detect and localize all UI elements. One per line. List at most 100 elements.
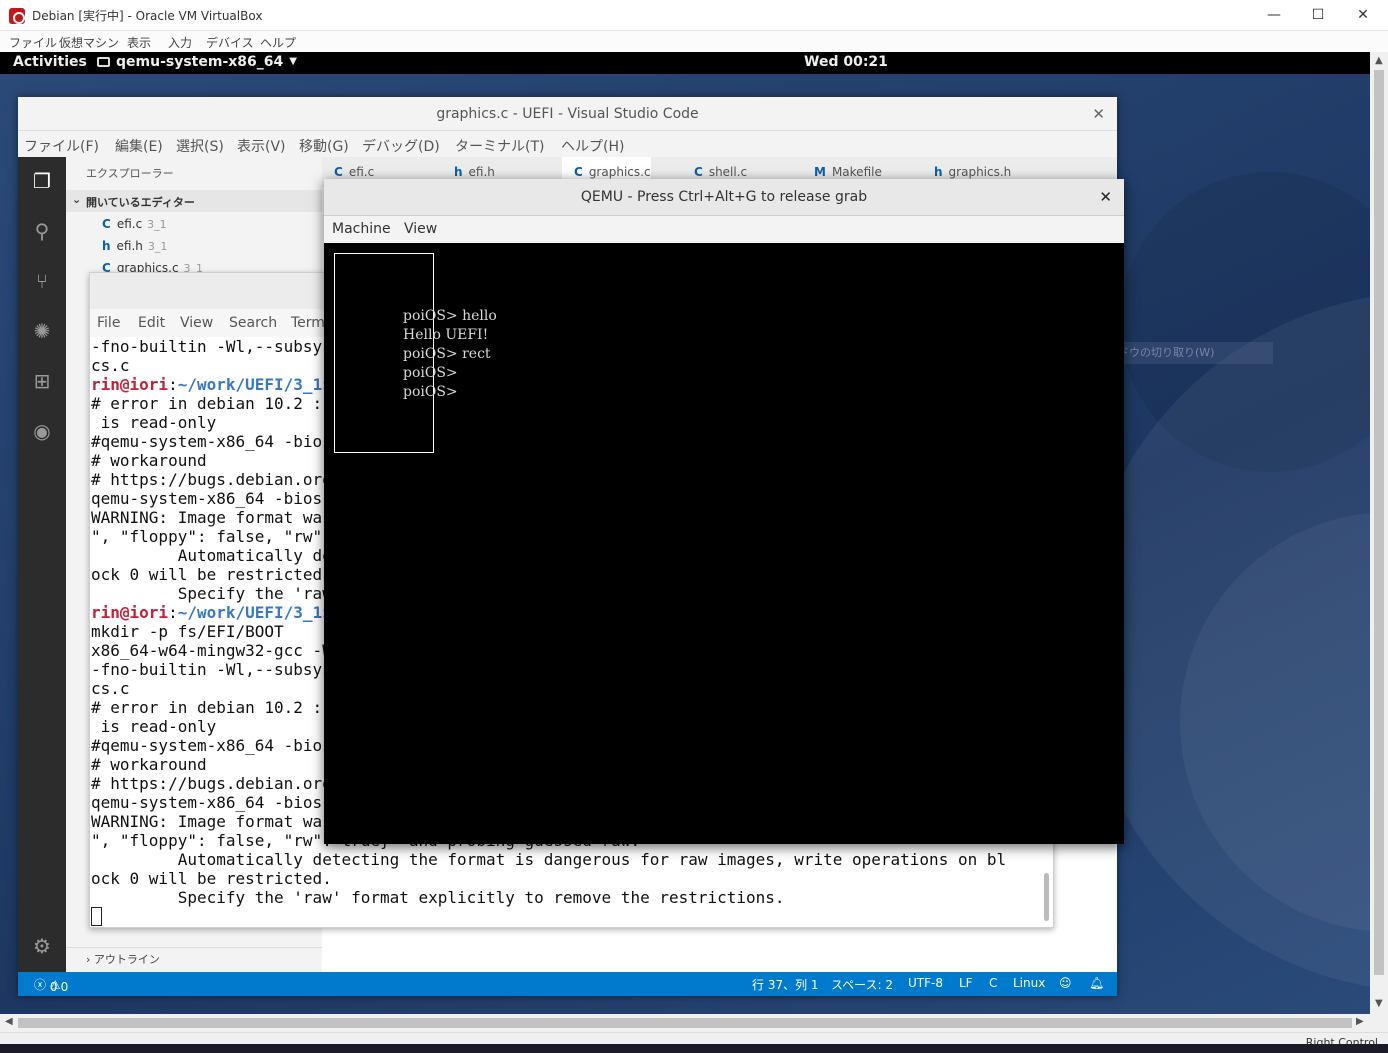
terminal-menu-view[interactable]: View <box>180 315 213 331</box>
explorer-icon[interactable]: ❐ <box>28 167 56 195</box>
prompt-separator: : <box>168 603 178 622</box>
outline-section[interactable]: › アウトライン <box>66 947 322 972</box>
vscode-menu-edit[interactable]: 編集(E) <box>115 136 163 156</box>
vertical-scroll-thumb[interactable] <box>1374 70 1384 975</box>
qemu-menu-view[interactable]: View <box>404 221 437 237</box>
virtualbox-logo-icon <box>9 8 25 24</box>
terminal-line-text: is read-only <box>91 717 217 736</box>
feedback-smiley-icon[interactable]: ☺ <box>1059 976 1072 990</box>
cursor-position[interactable]: 行 37、列 1 <box>752 976 819 993</box>
vscode-menu-view[interactable]: 表示(V) <box>237 136 286 156</box>
qemu-console-line: poiOS> rect <box>403 346 491 362</box>
open-editor-item[interactable]: Cefi.c 3_1 <box>102 217 167 231</box>
vbox-vertical-scrollbar[interactable]: ▲ ▼ <box>1370 52 1388 1014</box>
vscode-menu-file[interactable]: ファイル(F) <box>24 136 99 156</box>
vscode-menu-selection[interactable]: 選択(S) <box>176 136 224 156</box>
activities-button[interactable]: Activities <box>13 54 87 70</box>
open-editor-name: efi.c <box>116 217 143 231</box>
tab-label: efi.h <box>468 165 495 179</box>
language-mode[interactable]: C <box>989 976 997 990</box>
problems-indicator[interactable]: ⓧ 0 ⚠ 0 <box>34 976 68 994</box>
indentation[interactable]: スペース: 2 <box>831 976 893 993</box>
terminal-line-text: Automatically detecting the format is da… <box>91 850 1007 869</box>
terminal-cursor <box>91 907 102 926</box>
close-button[interactable]: ✕ <box>1348 4 1378 28</box>
source-control-icon[interactable]: ⑂ <box>28 267 56 295</box>
open-editor-name: efi.h <box>116 239 143 253</box>
terminal-cursor-line <box>91 907 1053 926</box>
terminal-line-text: # workaround <box>91 451 207 470</box>
qemu-titlebar: QEMU - Press Ctrl+Alt+G to release grab … <box>324 179 1124 216</box>
minimize-button[interactable]: — <box>1259 4 1289 28</box>
clock[interactable]: Wed 00:21 <box>804 54 888 70</box>
vscode-menu-debug[interactable]: デバッグ(D) <box>362 136 440 156</box>
qemu-console-text: poiOS> hello Hello UEFI! poiOS> rect poiOS>… <box>403 307 497 402</box>
scroll-up-icon[interactable]: ▲ <box>1375 55 1383 66</box>
terminal-menu-file[interactable]: File <box>97 315 120 331</box>
debug-icon[interactable]: ✺ <box>28 317 56 345</box>
scroll-left-icon[interactable]: ◀ <box>5 1016 13 1027</box>
windows-taskbar <box>0 1044 1388 1053</box>
vscode-close-button[interactable]: ✕ <box>1092 97 1105 131</box>
qemu-window: QEMU - Press Ctrl+Alt+G to release grab … <box>324 179 1124 844</box>
vbox-menu-devices[interactable]: デバイス <box>206 34 254 51</box>
terminal-line-text: ock 0 will be restricted. <box>91 869 332 888</box>
terminal-line-text: is read-only <box>91 413 217 432</box>
vbox-menu-file[interactable]: ファイル <box>9 34 57 51</box>
open-editors-header[interactable]: ⌄ 開いているエディター <box>66 190 322 212</box>
tab-label: shell.c <box>708 165 748 179</box>
bell-icon[interactable]: 🔔︎ <box>1089 976 1104 990</box>
terminal-line: Specify the 'raw' format explicitly to r… <box>91 888 1053 907</box>
vbox-menu-view[interactable]: 表示 <box>127 34 151 51</box>
qemu-console-line: Hello UEFI! <box>403 327 489 343</box>
qemu-display[interactable]: poiOS> hello Hello UEFI! poiOS> rect poiOS>… <box>324 243 1124 844</box>
vbox-menubar: ファイル 仮想マシン 表示 入力 デバイス ヘルプ <box>0 31 1388 52</box>
vscode-menu-go[interactable]: 移動(G) <box>299 136 349 156</box>
qemu-menu-machine[interactable]: Machine <box>332 221 391 237</box>
app-menu-label: qemu-system-x86_64 <box>116 54 284 70</box>
gear-icon[interactable]: ⚙ <box>28 932 56 960</box>
c-file-icon: C <box>574 165 583 179</box>
git-history-icon[interactable]: ◉ <box>28 417 56 445</box>
open-editor-item[interactable]: h efi.h 3_1 <box>102 239 167 253</box>
vscode-menu-help[interactable]: ヘルプ(H) <box>561 136 624 156</box>
vbox-menu-help[interactable]: ヘルプ <box>260 34 296 51</box>
scroll-right-icon[interactable]: ▶ <box>1356 1016 1364 1027</box>
prompt-user: rin@iori <box>91 603 169 622</box>
scroll-down-icon[interactable]: ▼ <box>1375 998 1383 1009</box>
open-editors-title: 開いているエディター <box>86 196 195 209</box>
terminal-line-text: cs.c <box>91 679 130 698</box>
vbox-menu-input[interactable]: 入力 <box>168 34 192 51</box>
c-file-icon: C <box>102 217 111 231</box>
chevron-right-icon: › <box>86 953 94 966</box>
vbox-window-title: Debian [実行中] - Oracle VM VirtualBox <box>32 9 263 23</box>
caret-down-icon: ▼ <box>289 56 297 67</box>
prompt-path: ~/work/UEFI/3_1 <box>177 603 323 622</box>
vm-desktop: Activities qemu-system-x86_64 ▼ Wed 00:21… <box>0 52 1370 1014</box>
c-file-icon: C <box>694 165 703 179</box>
maximize-button[interactable]: ☐ <box>1303 4 1333 28</box>
status-bar: ⓧ 0 ⚠ 0 行 37、列 1 スペース: 2 UTF-8 LF C Linu… <box>18 972 1117 996</box>
vbox-horizontal-scrollbar[interactable]: ◀ ▶ <box>0 1014 1370 1032</box>
explorer-title: エクスプローラー <box>86 167 174 180</box>
gnome-top-bar: Activities qemu-system-x86_64 ▼ Wed 00:21 <box>0 52 1370 74</box>
horizontal-scroll-thumb[interactable] <box>18 1018 1352 1028</box>
terminal-menu-edit[interactable]: Edit <box>138 315 165 331</box>
vbox-menu-machine[interactable]: 仮想マシン <box>59 34 119 51</box>
extensions-icon[interactable]: ⊞ <box>28 367 56 395</box>
vscode-menu-terminal[interactable]: ターミナル(T) <box>455 136 544 156</box>
error-count: 0 <box>49 980 58 994</box>
app-menu[interactable]: qemu-system-x86_64 ▼ <box>97 54 297 70</box>
line-ending[interactable]: LF <box>959 976 973 990</box>
prompt-separator: : <box>168 375 178 394</box>
terminal-line-text: mkdir -p fs/EFI/BOOT <box>91 622 284 641</box>
search-icon[interactable]: ⚲ <box>28 217 56 245</box>
qemu-close-button[interactable]: ✕ <box>1099 179 1112 216</box>
vscode-title: graphics.c - UEFI - Visual Studio Code <box>436 106 699 122</box>
tab-label: graphics.h <box>948 165 1012 179</box>
platform[interactable]: Linux <box>1013 976 1045 990</box>
terminal-menu-search[interactable]: Search <box>229 315 277 331</box>
qemu-title: QEMU - Press Ctrl+Alt+G to release grab <box>580 189 868 205</box>
encoding[interactable]: UTF-8 <box>908 976 943 990</box>
terminal-scrollbar[interactable] <box>1044 873 1049 921</box>
